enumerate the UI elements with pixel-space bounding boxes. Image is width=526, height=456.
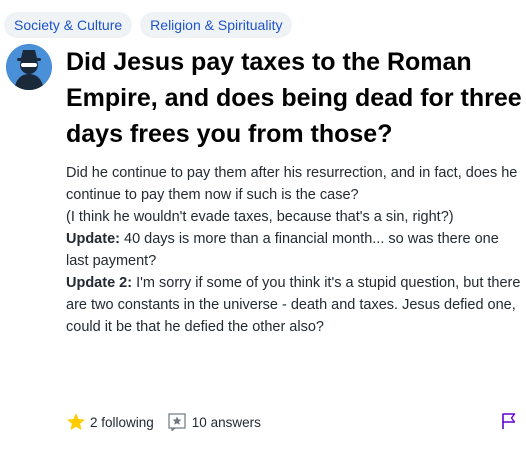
follow-button[interactable]: 2 following: [66, 412, 154, 432]
question-update: Update: 40 days is more than a financial…: [66, 228, 522, 272]
following-count: 2 following: [90, 414, 154, 430]
update-text: 40 days is more than a financial month..…: [66, 231, 499, 269]
question-note: (I think he wouldn't evade taxes, becaus…: [66, 209, 454, 225]
question-title: Did Jesus pay taxes to the Roman Empire,…: [66, 48, 522, 148]
question-details: Did he continue to pay them after his re…: [66, 165, 518, 203]
tag-religion-spirituality[interactable]: Religion & Spirituality: [140, 12, 293, 38]
question-footer: 2 following 10 answers: [66, 410, 524, 434]
tag-society-culture[interactable]: Society & Culture: [4, 12, 133, 38]
flag-icon[interactable]: [500, 412, 518, 430]
anonymous-user-icon[interactable]: [6, 44, 52, 90]
category-tags: Society & Culture Religion & Spiritualit…: [4, 12, 293, 38]
question-body: Did he continue to pay them after his re…: [66, 162, 522, 338]
answers-link[interactable]: 10 answers: [168, 413, 261, 431]
update-2-label: Update 2:: [66, 275, 133, 291]
star-icon: [67, 413, 85, 430]
question-update-2: Update 2: I'm sorry if some of you think…: [66, 272, 522, 338]
update-label: Update:: [66, 231, 120, 247]
answer-icon: [168, 413, 186, 431]
update-2-text: I'm sorry if some of you think it's a st…: [66, 275, 521, 335]
answers-count: 10 answers: [191, 414, 261, 430]
